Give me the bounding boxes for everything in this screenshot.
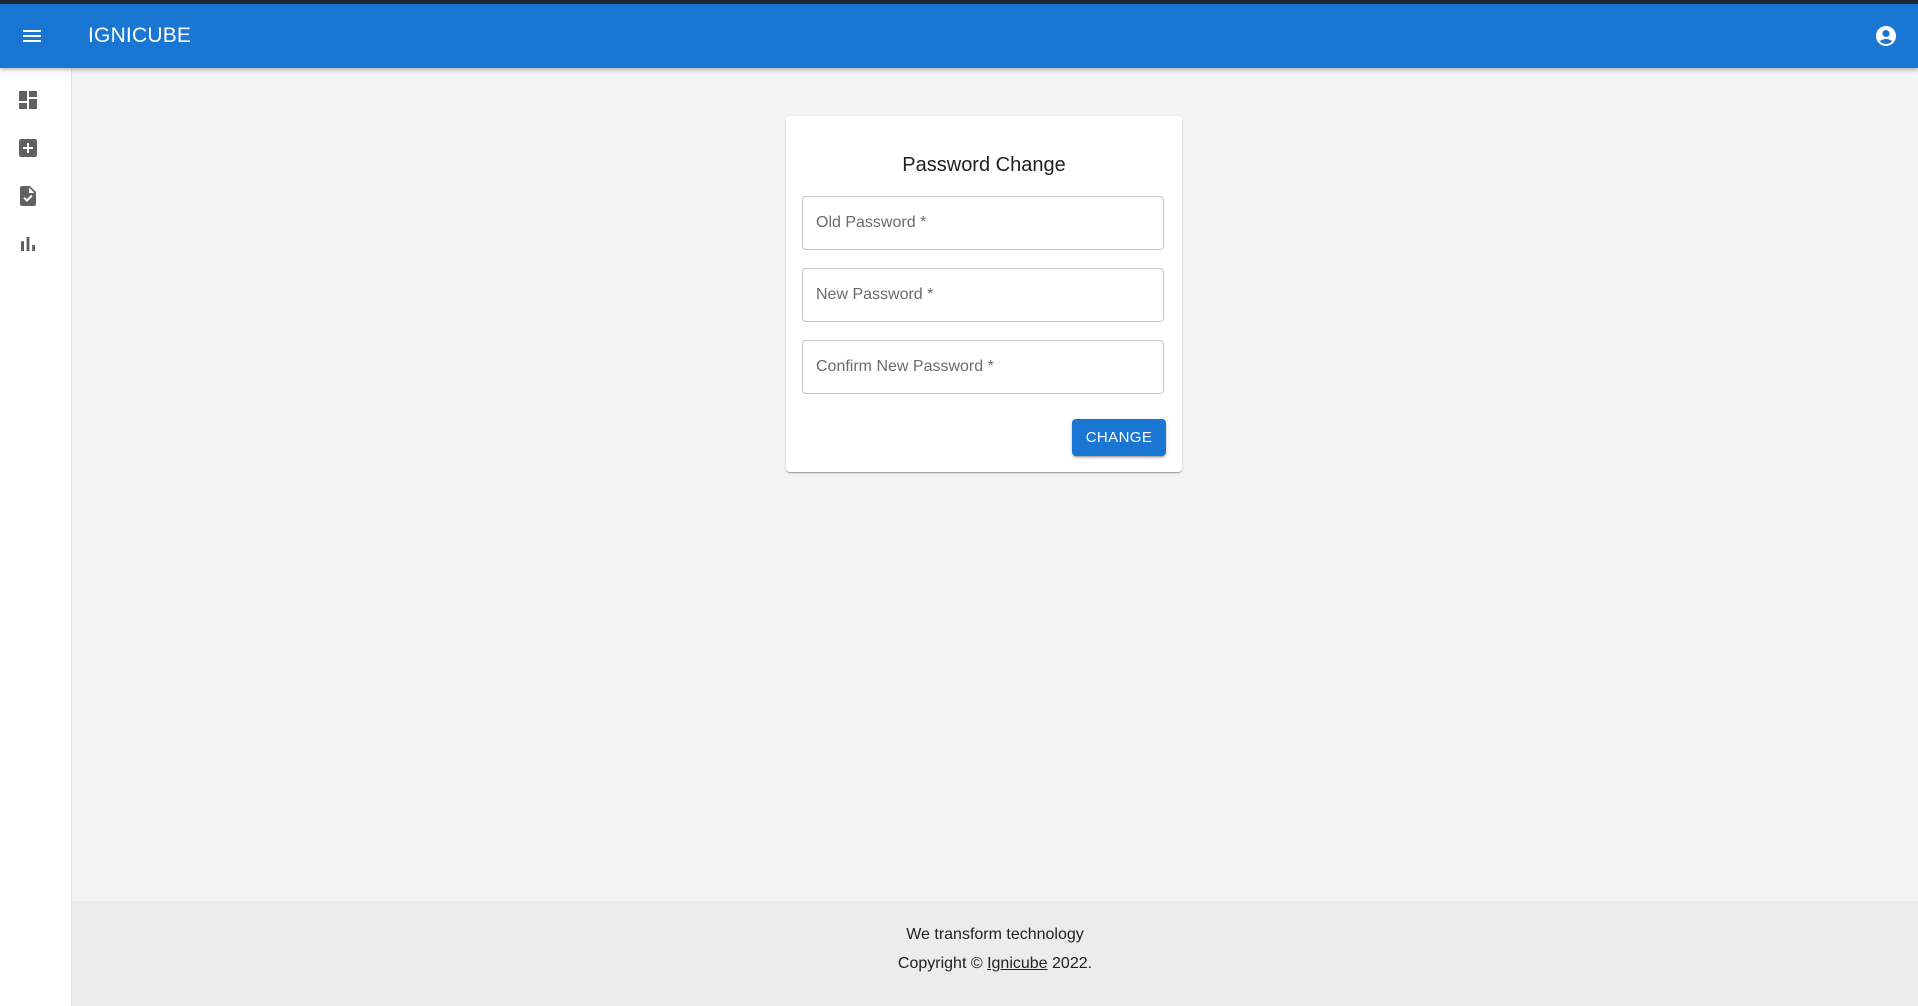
- account-button[interactable]: [1870, 20, 1902, 52]
- change-button[interactable]: CHANGE: [1072, 419, 1166, 456]
- sidebar-item-reports[interactable]: [14, 230, 42, 258]
- dashboard-icon: [19, 91, 37, 109]
- new-password-input[interactable]: [803, 269, 1163, 321]
- password-change-card: Password Change CHANGE: [786, 116, 1182, 472]
- main-content: Password Change CHANGE: [72, 68, 1918, 901]
- sidebar: [0, 68, 72, 1006]
- old-password-field: [802, 196, 1164, 250]
- app-title: IGNICUBE: [88, 24, 192, 47]
- bar-chart-icon: [21, 237, 35, 251]
- sidebar-item-add[interactable]: [14, 134, 42, 162]
- app-bar: IGNICUBE: [0, 4, 1918, 68]
- card-title: Password Change: [902, 154, 1066, 176]
- copyright-suffix: 2022.: [1047, 955, 1093, 972]
- confirm-password-input[interactable]: [803, 341, 1163, 393]
- new-password-field: [802, 268, 1164, 322]
- account-circle-icon: [1876, 26, 1896, 46]
- old-password-input[interactable]: [803, 197, 1163, 249]
- task-file-icon: [20, 186, 36, 206]
- sidebar-item-dashboard[interactable]: [14, 86, 42, 114]
- menu-icon: [23, 30, 41, 42]
- footer-copyright: Copyright © Ignicube 2022.: [72, 955, 1918, 973]
- company-link[interactable]: Ignicube: [987, 955, 1048, 972]
- footer-tagline: We transform technology: [906, 926, 1084, 943]
- menu-button[interactable]: [16, 20, 48, 52]
- sidebar-item-tasks[interactable]: [14, 182, 42, 210]
- copyright-prefix: Copyright ©: [897, 955, 988, 972]
- footer: We transform technology Copyright © Igni…: [72, 901, 1918, 1006]
- confirm-password-field: [802, 340, 1164, 394]
- add-box-icon: [19, 139, 37, 157]
